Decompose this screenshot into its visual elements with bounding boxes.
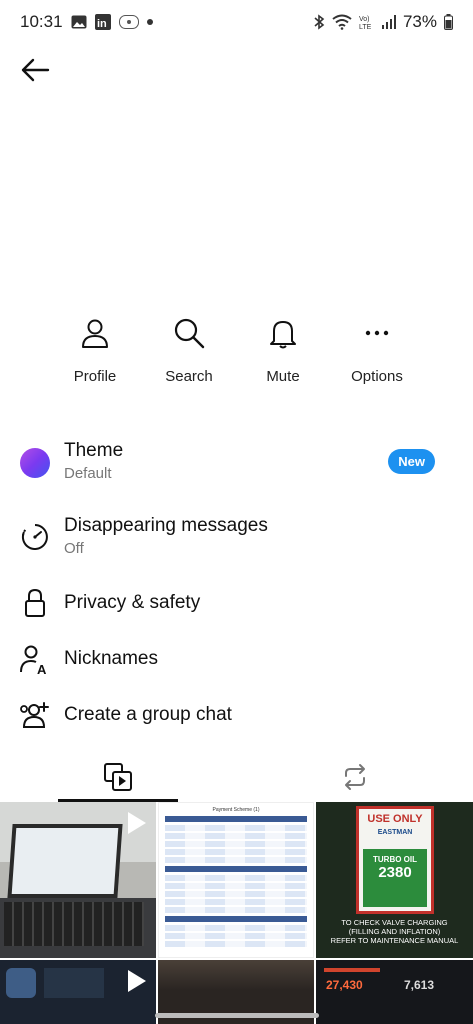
placard-note-2: (FILLING AND INFLATION)	[348, 927, 441, 936]
options-button[interactable]: Options	[327, 316, 427, 385]
nicknames-title: Nicknames	[64, 648, 158, 669]
svg-text:in: in	[97, 18, 107, 30]
search-icon	[174, 318, 205, 349]
person-letter-icon: A	[18, 642, 52, 676]
theme-subtitle: Default	[64, 465, 112, 482]
media-gallery-icon	[104, 763, 132, 791]
menu-item-theme[interactable]: Theme Default New	[0, 432, 473, 490]
status-bar: 10:31 in Vo) LTE 73%	[0, 0, 473, 44]
mute-label: Mute	[266, 368, 300, 385]
media-thumbnail-video[interactable]	[0, 802, 156, 958]
battery-icon	[444, 14, 453, 30]
placard-brand: EASTMAN	[377, 829, 413, 836]
play-icon	[128, 812, 146, 834]
more-icon	[365, 330, 389, 336]
media-thumbnail-video-2[interactable]	[0, 960, 156, 1024]
menu-item-nicknames[interactable]: A Nicknames	[0, 638, 473, 680]
svg-text:A: A	[37, 662, 47, 675]
wifi-icon	[332, 14, 352, 30]
add-people-icon	[18, 698, 52, 732]
privacy-title: Privacy & safety	[64, 592, 201, 613]
mute-button[interactable]: Mute	[233, 316, 333, 385]
stat-1: 27,430	[326, 978, 363, 992]
battery-percent: 73%	[402, 12, 437, 31]
search-label: Search	[165, 368, 213, 385]
dot-icon	[146, 19, 153, 25]
tab-media[interactable]	[0, 752, 236, 802]
play-icon	[128, 970, 146, 992]
menu-item-create-group-chat[interactable]: Create a group chat	[0, 694, 473, 736]
placard-number: 2380	[378, 864, 412, 881]
media-thumbnail-stats[interactable]: 27,430 7,613	[316, 960, 473, 1024]
svg-text:Vo): Vo)	[359, 16, 370, 23]
linkedin-icon: in	[94, 14, 111, 30]
media-thumbnail-placard[interactable]: USE ONLY EASTMAN TURBO OIL 2380 TO CHECK…	[316, 802, 473, 958]
gallery-icon	[71, 15, 87, 29]
search-button[interactable]: Search	[139, 316, 239, 385]
timer-icon	[18, 520, 52, 554]
options-label: Options	[351, 368, 403, 385]
media-thumbnail-sheet[interactable]: Payment Scheme (1)	[158, 802, 314, 958]
disappearing-title: Disappearing messages	[64, 515, 268, 536]
placard-note-3: REFER TO MAINTENANCE MANUAL	[330, 936, 459, 945]
disappearing-subtitle: Off	[64, 540, 84, 557]
status-time: 10:31	[20, 12, 63, 31]
media-tabs	[0, 752, 473, 802]
bluetooth-icon	[313, 14, 325, 30]
volte-icon: Vo) LTE	[359, 14, 375, 30]
theme-title: Theme	[64, 440, 124, 461]
sheet-title: Payment Scheme (1)	[212, 807, 260, 813]
menu-item-privacy-safety[interactable]: Privacy & safety	[0, 582, 473, 624]
lock-icon	[18, 586, 52, 620]
person-icon	[82, 319, 108, 348]
media-grid: Payment Scheme (1) USE ONLY EASTMAN TURB…	[0, 802, 473, 1024]
arrow-left-icon	[21, 58, 50, 82]
placard-note-1: TO CHECK VALVE CHARGING	[341, 918, 448, 927]
signal-icon	[381, 15, 396, 29]
placard-use-only: USE ONLY	[367, 813, 423, 825]
back-button[interactable]	[14, 52, 56, 88]
profile-button[interactable]: Profile	[45, 316, 145, 385]
placard-product: TURBO OIL	[373, 855, 417, 864]
home-indicator	[155, 1013, 319, 1018]
app-icon	[118, 15, 139, 29]
stat-2: 7,613	[404, 978, 435, 992]
repeat-icon	[345, 764, 365, 790]
tab-shared[interactable]	[237, 752, 473, 802]
group-chat-title: Create a group chat	[64, 704, 232, 725]
menu-item-disappearing-messages[interactable]: Disappearing messages Off	[0, 506, 473, 564]
new-badge: New	[388, 449, 435, 474]
svg-text:LTE: LTE	[359, 24, 372, 30]
bell-icon	[270, 321, 296, 349]
profile-label: Profile	[73, 368, 117, 385]
theme-color-icon	[18, 446, 52, 480]
